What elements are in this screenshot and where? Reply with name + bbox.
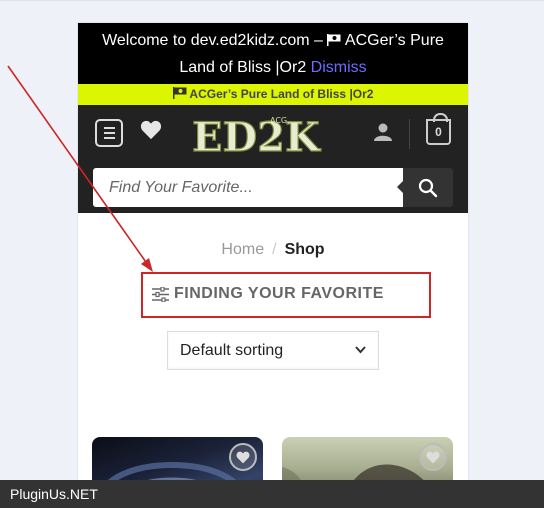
header-divider	[409, 119, 410, 149]
flag-icon	[327, 34, 341, 46]
search-bar	[78, 163, 468, 213]
notice-line2: Land of Bliss |Or2	[179, 59, 307, 76]
sort-selected: Default sorting	[180, 342, 284, 359]
wishlist-button[interactable]	[419, 443, 447, 471]
cart-icon[interactable]: 0	[426, 113, 451, 145]
sort-select[interactable]: Default sorting	[167, 331, 379, 370]
wishlist-heart-icon	[236, 451, 250, 463]
menu-icon[interactable]	[95, 119, 123, 147]
promo-text: ACGer’s Pure Land of Bliss |Or2	[189, 87, 374, 101]
watermark-text: PluginUs.NET	[10, 486, 98, 502]
breadcrumb-home[interactable]: Home	[221, 241, 264, 258]
heart-icon[interactable]	[140, 120, 162, 140]
site-header: ED2K ACG 0	[78, 105, 468, 163]
chevron-down-icon	[355, 346, 366, 354]
top-border	[0, 0, 544, 1]
wishlist-heart-icon	[426, 451, 440, 463]
mobile-viewport: Welcome to dev.ed2kidz.com – ACGer’s Pur…	[78, 23, 468, 508]
cart-count: 0	[435, 125, 442, 139]
breadcrumb: Home / Shop	[78, 241, 468, 259]
store-notice: Welcome to dev.ed2kidz.com – ACGer’s Pur…	[78, 23, 468, 84]
search-input[interactable]	[93, 168, 405, 207]
breadcrumb-current: Shop	[284, 241, 325, 258]
flag-icon	[172, 87, 187, 99]
search-button[interactable]	[397, 168, 453, 207]
search-icon	[418, 178, 438, 197]
notice-flag-text: ACGer’s Pure	[344, 32, 444, 49]
dismiss-link[interactable]: Dismiss	[311, 59, 367, 76]
user-icon[interactable]	[374, 123, 392, 141]
breadcrumb-separator: /	[272, 241, 277, 258]
logo-small-text: ACG	[270, 116, 287, 125]
notice-line1: Welcome to dev.ed2kidz.com –	[102, 32, 328, 49]
annotation-highlight-box	[141, 272, 431, 318]
promo-bar: ACGer’s Pure Land of Bliss |Or2	[78, 84, 468, 105]
watermark-bar: PluginUs.NET	[0, 480, 544, 508]
logo-text: ED2K	[192, 114, 321, 161]
site-logo[interactable]: ED2K ACG	[190, 109, 350, 161]
wishlist-button[interactable]	[229, 443, 257, 471]
